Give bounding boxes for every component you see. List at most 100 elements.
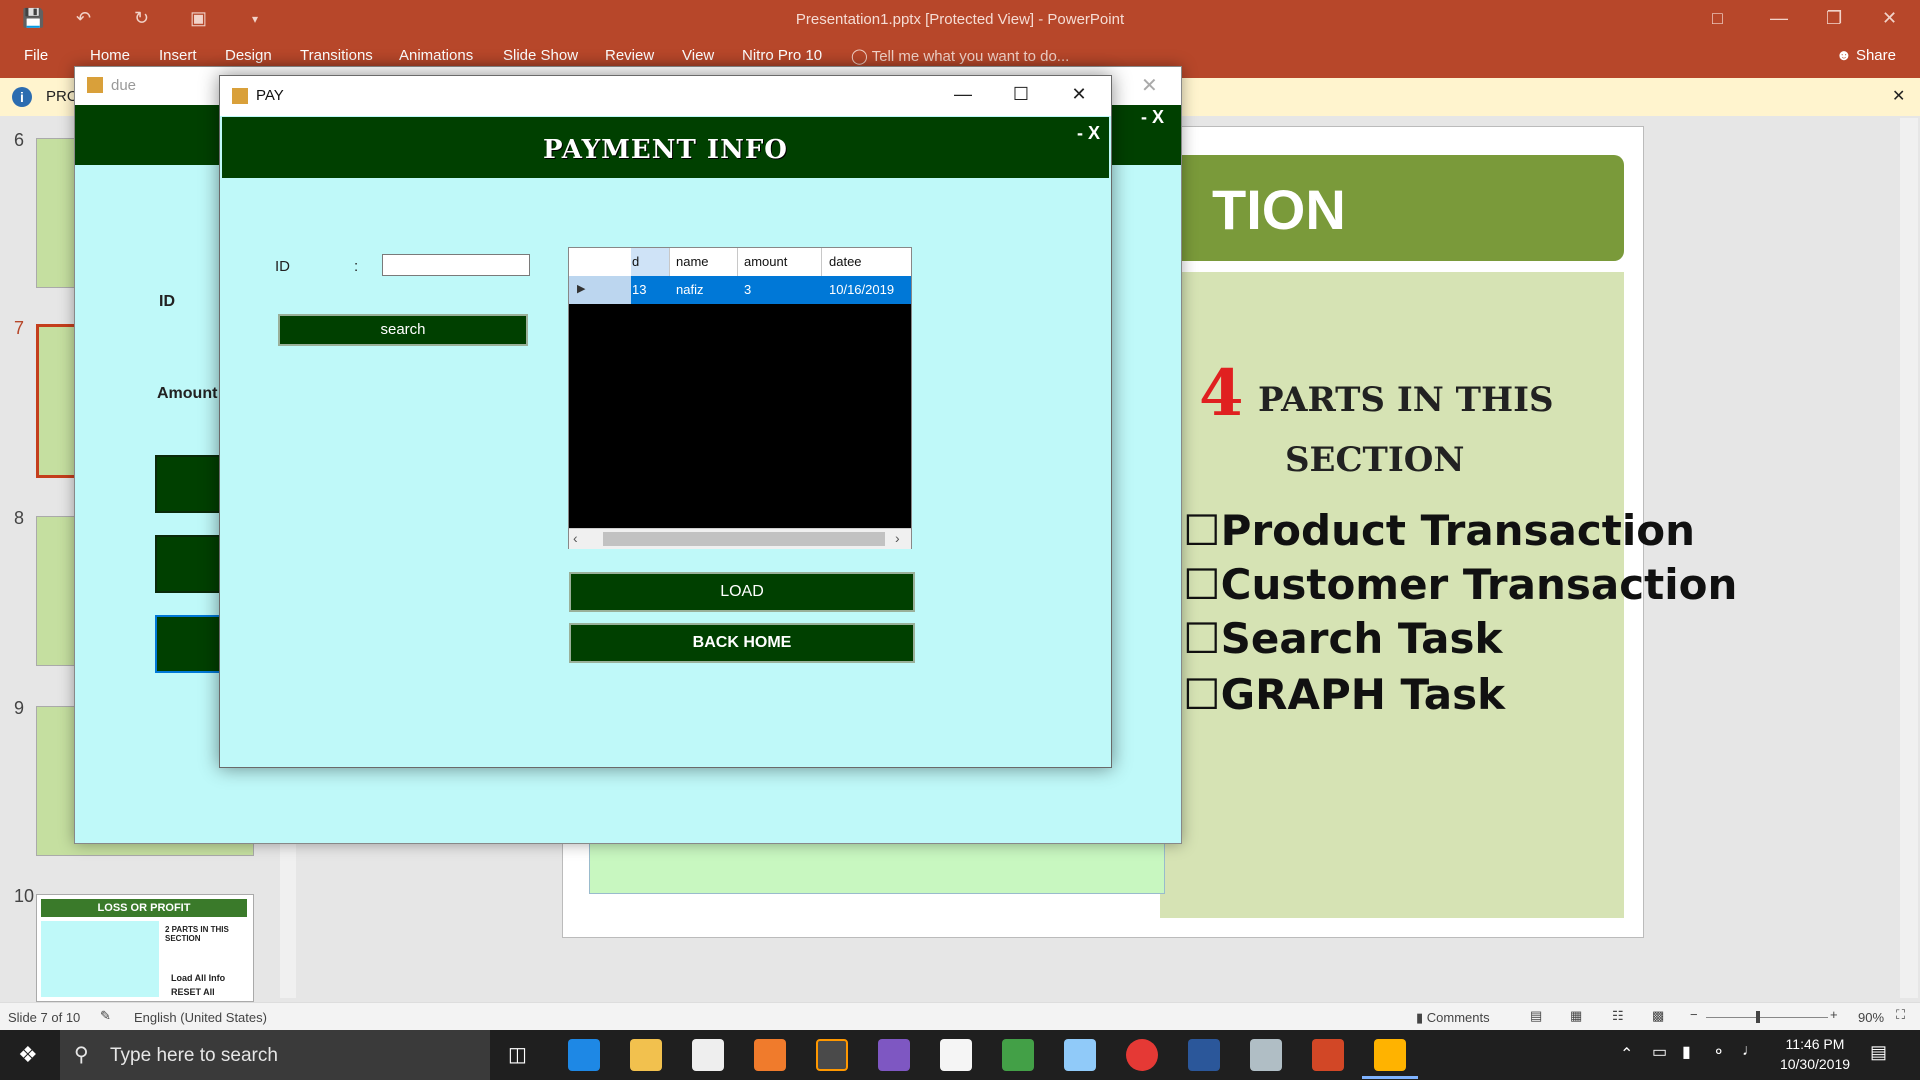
id-input[interactable] (382, 254, 530, 276)
id-colon: : (354, 258, 359, 275)
visual-studio-icon[interactable] (878, 1039, 910, 1071)
payment-grid[interactable]: d name amount datee ▶ 13 nafiz 3 10/16/2… (568, 247, 912, 549)
column-header-id[interactable]: d (632, 254, 639, 269)
load-button[interactable]: LOAD (569, 572, 915, 612)
cell-name[interactable]: nafiz (676, 282, 703, 297)
tell-me-input[interactable]: ◯ Tell me what you want to do... (851, 47, 1069, 65)
notifications-icon[interactable]: ▤ (1870, 1042, 1887, 1063)
slide-form-fragment (589, 842, 1165, 894)
notes-icon[interactable]: ✎ (100, 1008, 111, 1024)
wifi-icon[interactable]: ⚬ (1712, 1042, 1725, 1062)
column-header-amount[interactable]: amount (744, 254, 787, 269)
tab-design[interactable]: Design (225, 47, 272, 64)
column-divider (821, 248, 822, 276)
due-amount-label: Amount (157, 385, 218, 402)
share-button[interactable]: ☻ Share (1836, 47, 1896, 64)
minimize-icon[interactable]: — (1770, 8, 1788, 29)
winforms-app-icon[interactable] (1374, 1039, 1406, 1071)
language-status[interactable]: English (United States) (134, 1010, 267, 1025)
fit-slide-icon[interactable]: ⛶ (1896, 1007, 1905, 1023)
clock-date[interactable]: 10/30/2019 (1772, 1056, 1858, 1072)
restore-icon[interactable]: ❐ (1826, 8, 1842, 29)
cell-id[interactable]: 13 (632, 282, 646, 297)
due-close-glyph[interactable]: - X (1141, 107, 1164, 128)
slide-banner: TION (1152, 155, 1624, 261)
column-header-name[interactable]: name (676, 254, 709, 269)
share-label: Share (1855, 47, 1896, 64)
xampp-icon[interactable] (754, 1039, 786, 1071)
zoom-slider[interactable] (1706, 1017, 1828, 1018)
file-explorer-icon[interactable] (630, 1039, 662, 1071)
tab-view[interactable]: View (682, 47, 714, 64)
slide-sorter-icon[interactable]: ▦ (1570, 1008, 1582, 1024)
chrome-icon[interactable] (1126, 1039, 1158, 1071)
pay-titlebar[interactable]: PAY — ☐ ✕ (220, 76, 1111, 116)
powerpoint-icon[interactable] (1312, 1039, 1344, 1071)
thumb-parts: 2 PARTS IN THIS SECTION (165, 925, 229, 943)
tablet-icon[interactable]: ▭ (1652, 1042, 1667, 1062)
bullet-text: Search Task (1220, 614, 1503, 663)
slideshow-view-icon[interactable]: ▩ (1652, 1008, 1664, 1024)
scroll-thumb[interactable] (603, 532, 885, 546)
network-app-icon[interactable] (1250, 1039, 1282, 1071)
close-icon[interactable]: ✕ (1064, 84, 1094, 105)
scroll-left-icon[interactable]: ‹ (573, 530, 578, 546)
task-view-icon[interactable]: ◫ (508, 1042, 527, 1067)
close-icon[interactable]: ✕ (1882, 8, 1897, 29)
tab-insert[interactable]: Insert (159, 47, 197, 64)
store-icon[interactable] (940, 1039, 972, 1071)
word-icon[interactable] (1188, 1039, 1220, 1071)
zoom-in-icon[interactable]: + (1830, 1007, 1838, 1022)
cell-datee[interactable]: 10/16/2019 (829, 282, 894, 297)
zoom-thumb[interactable] (1756, 1011, 1760, 1023)
normal-view-icon[interactable]: ▤ (1530, 1008, 1542, 1024)
editor-scrollbar[interactable] (1900, 118, 1918, 998)
tab-animations[interactable]: Animations (399, 47, 473, 64)
pay-close-glyph[interactable]: - X (1077, 123, 1100, 144)
tab-nitro[interactable]: Nitro Pro 10 (742, 47, 822, 64)
row-header[interactable]: ▶ (569, 276, 631, 304)
close-bar-icon[interactable]: ✕ (1892, 86, 1905, 106)
column-divider (669, 248, 670, 276)
tray-chevron-icon[interactable]: ⌃ (1620, 1044, 1633, 1064)
search-icon: ⚲ (74, 1044, 89, 1066)
slide-thumbnail[interactable]: LOSS OR PROFIT 2 PARTS IN THIS SECTION L… (36, 894, 254, 1002)
zoom-out-icon[interactable]: − (1690, 1007, 1698, 1022)
taskbar-search[interactable]: ⚲ Type here to search (60, 1030, 490, 1080)
clock-time[interactable]: 11:46 PM (1780, 1036, 1850, 1052)
sublime-icon[interactable] (816, 1039, 848, 1071)
reading-view-icon[interactable]: ☷ (1612, 1008, 1624, 1024)
edge-icon[interactable] (568, 1039, 600, 1071)
table-row[interactable]: ▶ 13 nafiz 3 10/16/2019 (569, 276, 911, 304)
slide-number: 6 (14, 130, 25, 150)
current-row-arrow-icon: ▶ (577, 283, 586, 295)
slide-number: 10 (14, 886, 35, 906)
tab-transitions[interactable]: Transitions (300, 47, 373, 64)
back-home-button[interactable]: BACK HOME (569, 623, 915, 663)
maximize-icon[interactable]: ☐ (1006, 84, 1036, 105)
tab-file[interactable]: File (24, 47, 48, 64)
windows-taskbar: ❖ ⚲ Type here to search ◫ ⌃ ▭ ▮ ⚬ ♩ 11:4… (0, 1030, 1920, 1080)
slide-number: 7 (14, 318, 25, 338)
minimize-icon[interactable]: — (948, 84, 978, 105)
comments-button[interactable]: ▮ Comments (1416, 1010, 1490, 1026)
section-text: SECTION (1285, 440, 1465, 480)
mail-icon[interactable] (692, 1039, 724, 1071)
horizontal-scrollbar[interactable]: ‹ › (569, 528, 911, 549)
column-header-datee[interactable]: datee (829, 254, 862, 269)
battery-icon[interactable]: ▮ (1682, 1042, 1691, 1062)
volume-icon[interactable]: ♩ (1742, 1042, 1758, 1060)
scroll-right-icon[interactable]: › (895, 530, 900, 546)
cell-amount[interactable]: 3 (744, 282, 751, 297)
zoom-level[interactable]: 90% (1858, 1010, 1884, 1025)
tab-home[interactable]: Home (90, 47, 130, 64)
windows-start-icon[interactable]: ❖ (18, 1042, 38, 1068)
cube-app-icon[interactable] (1064, 1039, 1096, 1071)
due-close-icon[interactable]: ✕ (1141, 73, 1158, 98)
search-button[interactable]: search (278, 314, 528, 346)
tab-slide-show[interactable]: Slide Show (503, 47, 578, 64)
tab-review[interactable]: Review (605, 47, 654, 64)
parts-text: PARTS IN THIS (1258, 380, 1554, 420)
ribbon-display-icon[interactable]: □ (1712, 8, 1723, 29)
windows-app-icon[interactable] (1002, 1039, 1034, 1071)
